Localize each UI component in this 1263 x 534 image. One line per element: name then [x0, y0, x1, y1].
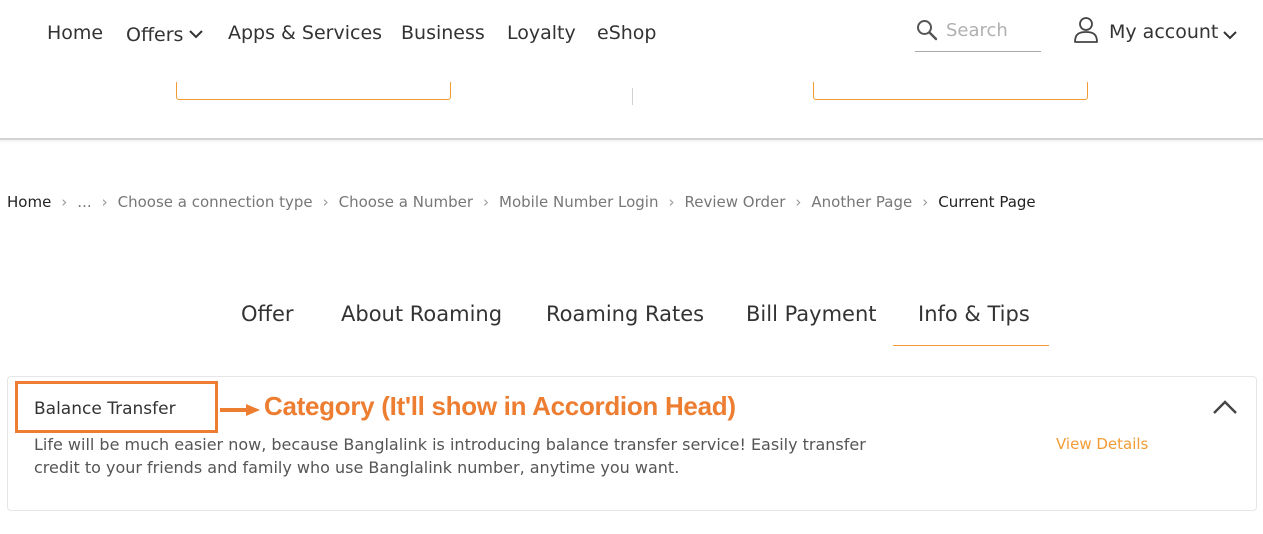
- account-label: My account: [1109, 21, 1219, 43]
- breadcrumb-choose-number[interactable]: Choose a Number: [339, 193, 473, 211]
- chevron-right-icon: ›: [101, 193, 108, 211]
- tab-offer[interactable]: Offer: [241, 302, 294, 326]
- chevron-down-icon: [1223, 25, 1237, 44]
- accordion-title[interactable]: Balance Transfer: [34, 399, 176, 419]
- view-details-link[interactable]: View Details: [1056, 435, 1148, 453]
- tab-bill-payment[interactable]: Bill Payment: [746, 302, 877, 326]
- nav-eshop[interactable]: eShop: [597, 22, 656, 44]
- breadcrumb-mobile-login[interactable]: Mobile Number Login: [499, 193, 658, 211]
- sub-header-card-right: [813, 82, 1088, 100]
- active-tab-indicator: [893, 345, 1049, 346]
- annotation-arrow-icon: [216, 401, 264, 423]
- nav-loyalty[interactable]: Loyalty: [507, 22, 576, 44]
- chevron-right-icon: ›: [795, 193, 802, 211]
- chevron-right-icon: ›: [322, 193, 329, 211]
- breadcrumb-ellipsis[interactable]: ...: [77, 193, 91, 211]
- top-navigation: Home Offers Apps & Services Business Loy…: [0, 0, 1263, 88]
- user-icon: [1073, 16, 1099, 48]
- sub-header-band: [0, 82, 1263, 140]
- chevron-up-icon[interactable]: [1212, 399, 1238, 419]
- chevron-right-icon: ›: [922, 193, 929, 211]
- tab-roaming-rates[interactable]: Roaming Rates: [546, 302, 704, 326]
- nav-business[interactable]: Business: [401, 22, 485, 44]
- tab-bar: Offer About Roaming Roaming Rates Bill P…: [0, 298, 1263, 348]
- tab-about-roaming[interactable]: About Roaming: [341, 302, 502, 326]
- breadcrumb-current-page: Current Page: [938, 193, 1036, 211]
- page: Home Offers Apps & Services Business Loy…: [0, 0, 1263, 534]
- chevron-right-icon: ›: [668, 193, 675, 211]
- breadcrumb-connection-type[interactable]: Choose a connection type: [118, 193, 313, 211]
- breadcrumb: Home › ... › Choose a connection type › …: [7, 191, 1036, 213]
- search-icon[interactable]: [916, 19, 938, 45]
- chevron-down-icon: [189, 22, 204, 44]
- accordion-item: Balance Transfer Category (It'll show in…: [7, 376, 1257, 511]
- nav-apps-services[interactable]: Apps & Services: [228, 22, 382, 44]
- chevron-right-icon: ›: [483, 193, 490, 211]
- chevron-right-icon: ›: [61, 193, 68, 211]
- breadcrumb-review-order[interactable]: Review Order: [684, 193, 785, 211]
- tab-info-tips[interactable]: Info & Tips: [918, 302, 1030, 326]
- nav-offers-label: Offers: [126, 24, 184, 46]
- breadcrumb-home[interactable]: Home: [7, 193, 51, 211]
- sub-header-card-left: [176, 82, 451, 100]
- sub-header-divider: [632, 88, 633, 105]
- search-input[interactable]: [946, 18, 1038, 42]
- search-box[interactable]: [915, 14, 1041, 52]
- breadcrumb-another-page[interactable]: Another Page: [811, 193, 912, 211]
- nav-offers[interactable]: Offers: [126, 22, 204, 46]
- nav-home[interactable]: Home: [47, 22, 103, 44]
- annotation-label: Category (It'll show in Accordion Head): [264, 391, 736, 421]
- accordion-description: Life will be much easier now, because Ba…: [34, 435, 866, 477]
